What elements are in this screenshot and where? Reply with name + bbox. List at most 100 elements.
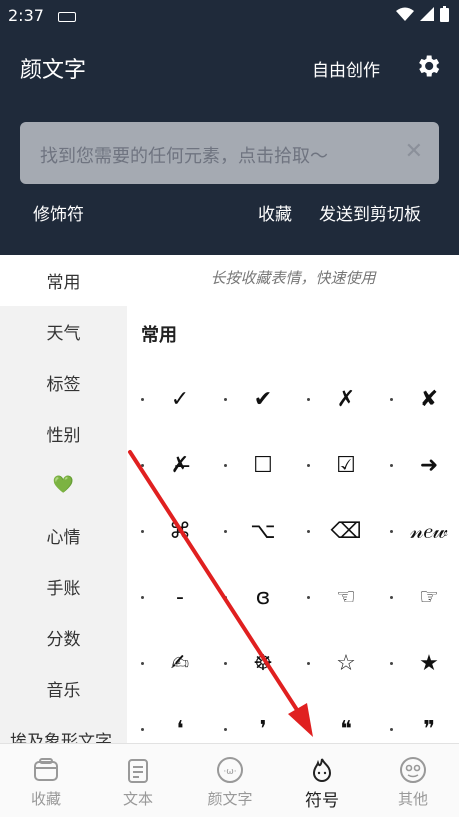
symbol-cell[interactable]: ✍ (127, 631, 210, 697)
symbol-cell[interactable]: ❛ (127, 697, 210, 743)
close-icon[interactable]: ✕ (405, 139, 423, 164)
symbol-glyph: ✘ (419, 387, 439, 412)
bullet-dot (224, 662, 227, 665)
symbol-glyph: ☞ (419, 585, 439, 610)
bullet-dot (390, 596, 393, 599)
symbol-glyph: ❜ (259, 717, 267, 742)
sidebar-item-weather[interactable]: 天气 (0, 306, 127, 357)
nav-label-kaomoji: 颜文字 (207, 790, 253, 808)
symbol-cell[interactable]: ❜ (210, 697, 293, 743)
battery-icon (440, 6, 449, 22)
favorite-button[interactable]: 收藏 (258, 200, 292, 225)
sidebar-item-gender[interactable]: 性别 (0, 408, 127, 459)
status-bar: 2:37 (0, 0, 459, 32)
favorites-box-icon (34, 758, 58, 781)
flame-icon (312, 756, 332, 782)
symbol-panel: 长按收藏表情，快速使用 常用 ✓ ✔ ✗ ✘ ✗̶ ☐ ☑ ➜ ⌘ ⌥ ⌫ 𝓃𝑒𝓌 - ɞ ☜ ☞ ✍ ☸ ☆ ★ ❛ ❜… (127, 255, 459, 743)
nav-other[interactable]: 其他 (367, 744, 459, 817)
bullet-dot (141, 596, 144, 599)
sidebar-item-journal[interactable]: 手账 (0, 561, 127, 612)
bullet-dot (141, 530, 144, 533)
symbol-cell[interactable]: ☜ (293, 565, 376, 631)
symbol-cell[interactable]: 𝓃𝑒𝓌 (376, 499, 459, 565)
symbol-glyph: 𝓃𝑒𝓌 (410, 519, 448, 544)
nav-kaomoji[interactable]: ·ω· 颜文字 (184, 744, 276, 817)
send-clipboard-button[interactable]: 发送到剪切板 (319, 200, 421, 225)
symbol-cell[interactable]: ⌫ (293, 499, 376, 565)
sidebar-item-mood[interactable]: 心情 (0, 510, 127, 561)
sidebar-item-tags[interactable]: 标签 (0, 357, 127, 408)
symbol-cell[interactable]: ɞ (210, 565, 293, 631)
symbol-cell[interactable]: ⌘ (127, 499, 210, 565)
nav-text[interactable]: 文本 (92, 744, 184, 817)
symbol-cell[interactable]: ✗̶ (127, 433, 210, 499)
symbol-cell[interactable]: ☐ (210, 433, 293, 499)
symbol-glyph: ☑ (336, 453, 356, 478)
bullet-dot (390, 464, 393, 467)
gear-icon[interactable] (414, 52, 442, 80)
symbol-cell[interactable]: ☸ (210, 631, 293, 697)
sidebar-item-egyptian[interactable]: 埃及象形文字 (0, 714, 127, 743)
symbol-glyph: ✔ (253, 387, 273, 412)
modifier-button[interactable]: 修饰符 (33, 200, 84, 225)
keyboard-icon (58, 12, 76, 22)
action-bar: 修饰符 收藏 发送到剪切板 (0, 196, 459, 226)
wifi-icon (396, 7, 414, 21)
sidebar-item-music[interactable]: 音乐 (0, 663, 127, 714)
bullet-dot (224, 530, 227, 533)
search-bar[interactable]: 找到您需要的任何元素，点击拾取～ ✕ (20, 122, 439, 184)
page-title: 颜文字 (20, 58, 87, 83)
symbol-cell[interactable]: ☞ (376, 565, 459, 631)
bullet-dot (141, 464, 144, 467)
search-input[interactable]: 找到您需要的任何元素，点击拾取～ (40, 142, 328, 168)
notepad-icon (128, 759, 148, 783)
bullet-dot (307, 398, 310, 401)
bullet-dot (390, 530, 393, 533)
signal-icon (420, 7, 434, 21)
bullet-dot (224, 398, 227, 401)
sidebar-item-heart[interactable]: 💚 (0, 459, 127, 510)
status-time: 2:37 (8, 6, 44, 25)
symbol-glyph: ⌥ (250, 519, 276, 544)
bullet-dot (141, 728, 144, 731)
symbol-glyph: ✍ (170, 651, 190, 676)
app-bar: 颜文字 自由创作 (0, 40, 459, 96)
bullet-dot (390, 662, 393, 665)
symbol-cell[interactable]: ➜ (376, 433, 459, 499)
bullet-dot (141, 662, 144, 665)
symbol-glyph: ❝ (340, 717, 352, 742)
symbol-glyph: ☆ (336, 651, 356, 676)
symbol-cell[interactable]: ✓ (127, 367, 210, 433)
symbol-glyph: ɞ (255, 585, 271, 610)
symbol-cell[interactable]: ☆ (293, 631, 376, 697)
bullet-dot (307, 464, 310, 467)
bullet-dot (307, 596, 310, 599)
symbol-cell[interactable]: ✔ (210, 367, 293, 433)
symbol-glyph: ❞ (423, 717, 435, 742)
nav-label-favorites: 收藏 (30, 790, 61, 808)
symbol-glyph: ⌫ (330, 519, 362, 544)
bullet-dot (390, 398, 393, 401)
app-header: 2:37 颜文字 自由创作 找到您需要的任何元素，点击拾取～ ✕ 修饰符 收藏 … (0, 0, 459, 255)
nav-label-text: 文本 (122, 790, 153, 808)
symbol-cell[interactable]: - (127, 565, 210, 631)
symbol-cell[interactable]: ✗ (293, 367, 376, 433)
sidebar-item-common[interactable]: 常用 (0, 255, 127, 306)
symbol-glyph: ★ (419, 651, 439, 676)
free-create-button[interactable]: 自由创作 (312, 56, 380, 81)
category-sidebar: 常用 天气 标签 性别 💚 心情 手账 分数 音乐 埃及象形文字 (0, 255, 127, 743)
symbol-cell[interactable]: ☑ (293, 433, 376, 499)
sidebar-item-fractions[interactable]: 分数 (0, 612, 127, 663)
symbol-cell[interactable]: ✘ (376, 367, 459, 433)
symbol-glyph: - (176, 585, 184, 610)
symbol-cell[interactable]: ⌥ (210, 499, 293, 565)
bottom-navigation: 收藏 文本 ·ω· 颜文字 符号 其他 (0, 743, 459, 817)
bullet-dot (307, 530, 310, 533)
symbol-cell[interactable]: ❞ (376, 697, 459, 743)
bullet-dot (224, 596, 227, 599)
symbol-glyph: ➜ (419, 453, 439, 478)
symbol-cell[interactable]: ❝ (293, 697, 376, 743)
nav-favorites[interactable]: 收藏 (0, 744, 92, 817)
nav-symbols[interactable]: 符号 (276, 744, 368, 817)
symbol-cell[interactable]: ★ (376, 631, 459, 697)
